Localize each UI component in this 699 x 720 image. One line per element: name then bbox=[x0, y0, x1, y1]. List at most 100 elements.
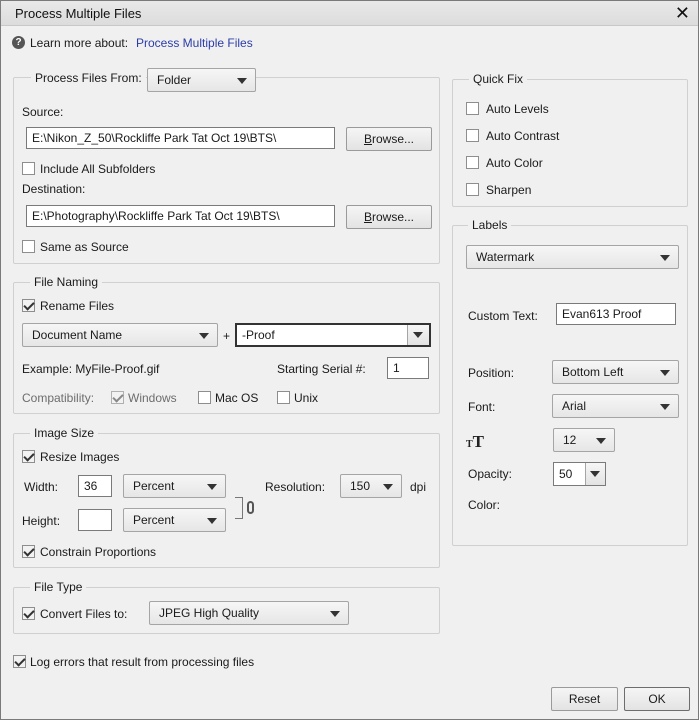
sharpen-checkbox[interactable] bbox=[466, 183, 479, 196]
opacity-label: Opacity: bbox=[468, 467, 513, 481]
opacity-combo[interactable]: 50 bbox=[553, 462, 606, 486]
position-label: Position: bbox=[468, 366, 515, 380]
log-errors-checkbox[interactable] bbox=[13, 655, 26, 668]
height-unit-select[interactable]: Percent bbox=[123, 508, 226, 532]
chevron-down-icon bbox=[660, 404, 670, 410]
destination-label: Destination: bbox=[22, 182, 86, 196]
resize-images-label: Resize Images bbox=[40, 450, 120, 464]
convert-files-checkbox[interactable] bbox=[22, 607, 35, 620]
source-input[interactable]: E:\Nikon_Z_50\Rockliffe Park Tat Oct 19\… bbox=[26, 127, 335, 149]
close-icon[interactable]: ✕ bbox=[675, 3, 690, 23]
chevron-down-icon bbox=[237, 78, 247, 84]
document-name-select[interactable]: Document Name bbox=[22, 323, 218, 347]
macos-checkbox[interactable] bbox=[198, 391, 211, 404]
file-naming-legend: File Naming bbox=[30, 275, 103, 289]
file-format-value: JPEG High Quality bbox=[159, 606, 260, 620]
auto-contrast-label: Auto Contrast bbox=[486, 129, 560, 143]
chevron-down-icon bbox=[330, 611, 340, 617]
auto-contrast-checkbox[interactable] bbox=[466, 129, 479, 142]
custom-text-label: Custom Text: bbox=[468, 309, 538, 323]
chevron-down-icon bbox=[199, 333, 209, 339]
windows-label: Windows bbox=[128, 391, 177, 405]
resolution-select[interactable]: 150 bbox=[340, 474, 402, 498]
process-files-label: Process Files From: bbox=[31, 71, 146, 85]
suffix-dropdown[interactable] bbox=[407, 325, 429, 345]
resize-images-checkbox[interactable] bbox=[22, 450, 35, 463]
font-size-select[interactable]: 12 bbox=[553, 428, 615, 452]
chevron-down-icon bbox=[660, 370, 670, 376]
suffix-value: -Proof bbox=[242, 328, 275, 342]
chevron-down-icon bbox=[660, 255, 670, 261]
opacity-value: 50 bbox=[559, 467, 573, 481]
plus-sign: + bbox=[223, 329, 231, 343]
auto-color-label: Auto Color bbox=[486, 156, 543, 170]
font-select[interactable]: Arial bbox=[552, 394, 679, 418]
constrain-proportions-checkbox[interactable] bbox=[22, 545, 35, 558]
title-bar: Process Multiple Files ✕ bbox=[1, 1, 698, 26]
chevron-down-icon bbox=[590, 471, 600, 477]
serial-input[interactable]: 1 bbox=[387, 357, 429, 379]
font-size-value: 12 bbox=[563, 433, 577, 447]
rename-files-checkbox[interactable] bbox=[22, 299, 35, 312]
unix-checkbox[interactable] bbox=[277, 391, 290, 404]
chain-link-icon[interactable] bbox=[247, 501, 254, 514]
sharpen-label: Sharpen bbox=[486, 183, 532, 197]
serial-label: Starting Serial #: bbox=[277, 362, 366, 376]
auto-color-checkbox[interactable] bbox=[466, 156, 479, 169]
label-type-select[interactable]: Watermark bbox=[466, 245, 679, 269]
chevron-down-icon bbox=[413, 332, 423, 338]
include-subfolders-checkbox[interactable] bbox=[22, 162, 35, 175]
compatibility-label: Compatibility: bbox=[22, 391, 95, 405]
opacity-dropdown[interactable] bbox=[585, 463, 605, 485]
process-from-value: Folder bbox=[157, 73, 192, 87]
same-as-source-checkbox[interactable] bbox=[22, 240, 35, 253]
document-name-value: Document Name bbox=[32, 328, 123, 342]
dpi-label: dpi bbox=[410, 480, 427, 494]
link-bracket bbox=[235, 497, 243, 519]
width-label: Width: bbox=[24, 480, 59, 494]
window-title: Process Multiple Files bbox=[15, 6, 142, 21]
log-errors-label: Log errors that result from processing f… bbox=[30, 655, 255, 669]
position-select[interactable]: Bottom Left bbox=[552, 360, 679, 384]
destination-browse-button[interactable]: Browse... bbox=[346, 205, 432, 229]
custom-text-input[interactable]: Evan613 Proof bbox=[556, 303, 676, 325]
auto-levels-label: Auto Levels bbox=[486, 102, 549, 116]
font-size-icon: TT bbox=[466, 432, 485, 451]
labels-legend: Labels bbox=[468, 218, 512, 232]
auto-levels-checkbox[interactable] bbox=[466, 102, 479, 115]
height-label: Height: bbox=[22, 514, 61, 528]
include-subfolders-label: Include All Subfolders bbox=[40, 162, 156, 176]
file-format-select[interactable]: JPEG High Quality bbox=[149, 601, 349, 625]
convert-files-label: Convert Files to: bbox=[40, 607, 128, 621]
example-text: Example: MyFile-Proof.gif bbox=[22, 362, 160, 376]
unix-label: Unix bbox=[294, 391, 319, 405]
same-as-source-label: Same as Source bbox=[40, 240, 129, 254]
ok-button[interactable]: OK bbox=[624, 687, 690, 711]
width-unit-select[interactable]: Percent bbox=[123, 474, 226, 498]
constrain-proportions-label: Constrain Proportions bbox=[40, 545, 157, 559]
label-type-value: Watermark bbox=[476, 250, 535, 264]
source-browse-button[interactable]: Browse... bbox=[346, 127, 432, 151]
chevron-down-icon bbox=[207, 518, 217, 524]
help-link[interactable]: Process Multiple Files bbox=[136, 36, 253, 50]
destination-input[interactable]: E:\Photography\Rockliffe Park Tat Oct 19… bbox=[26, 205, 335, 227]
height-input[interactable] bbox=[78, 509, 112, 531]
quick-fix-legend: Quick Fix bbox=[469, 72, 528, 86]
position-value: Bottom Left bbox=[562, 365, 624, 379]
dialog-window: Process Multiple Files ✕ ? Learn more ab… bbox=[0, 0, 699, 720]
help-prefix: Learn more about: bbox=[30, 36, 129, 50]
rename-files-label: Rename Files bbox=[40, 299, 115, 313]
help-icon: ? bbox=[12, 36, 25, 49]
suffix-combo[interactable]: -Proof bbox=[235, 323, 431, 347]
file-type-legend: File Type bbox=[30, 580, 87, 594]
process-from-select[interactable]: Folder bbox=[147, 68, 256, 92]
width-unit-value: Percent bbox=[133, 479, 175, 493]
font-label: Font: bbox=[468, 400, 496, 414]
color-label: Color: bbox=[468, 498, 501, 512]
reset-button[interactable]: Reset bbox=[551, 687, 618, 711]
resolution-value: 150 bbox=[350, 479, 371, 493]
width-input[interactable]: 36 bbox=[78, 475, 112, 497]
source-label: Source: bbox=[22, 105, 64, 119]
height-unit-value: Percent bbox=[133, 513, 175, 527]
font-value: Arial bbox=[562, 399, 587, 413]
